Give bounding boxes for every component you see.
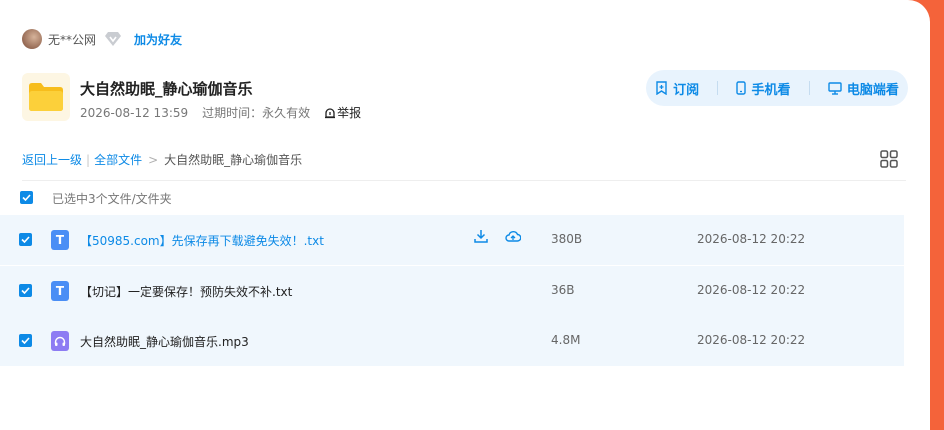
file-size: 380B: [551, 232, 583, 246]
username: 无**公网: [48, 32, 97, 47]
file-row[interactable]: T 【切记】一定要保存！预防失效不补.txt 36B 2026-08-12 20…: [0, 266, 904, 316]
text-file-icon: T: [51, 281, 69, 301]
action-divider: [808, 81, 810, 95]
pc-view-button[interactable]: 电脑端看: [828, 79, 899, 98]
cloud-save-icon[interactable]: [505, 229, 521, 243]
download-icon[interactable]: [474, 229, 488, 243]
subscribe-label: 订阅: [673, 82, 700, 98]
check-icon: [21, 287, 30, 294]
report-link[interactable]: 举报: [324, 104, 375, 121]
action-bar: 订阅 手机看 电脑端看: [646, 70, 908, 106]
row-checkbox[interactable]: [19, 334, 32, 347]
report-icon: [325, 107, 336, 118]
file-row[interactable]: T 【50985.com】先保存再下载避免失效！.txt 380B 2026-0…: [0, 215, 904, 265]
audio-file-icon: [51, 331, 69, 351]
divider: [22, 180, 906, 181]
headphones-icon: [54, 336, 66, 346]
pc-view-label: 电脑端看: [846, 82, 899, 98]
breadcrumb-current: 大自然助眠_静心瑜伽音乐: [164, 153, 303, 167]
share-meta: 2026-08-12 13:59 过期时间：永久有效 举报: [80, 104, 389, 121]
select-all-checkbox[interactable]: [20, 191, 33, 204]
share-title: 大自然助眠_静心瑜伽音乐: [80, 80, 253, 98]
subscribe-button[interactable]: 订阅: [655, 79, 699, 98]
file-name[interactable]: 大自然助眠_静心瑜伽音乐.mp3: [80, 333, 249, 350]
bookmark-icon: [656, 81, 667, 95]
check-icon: [22, 194, 31, 201]
breadcrumb-bar: |: [86, 152, 91, 167]
breadcrumb-separator: >: [148, 152, 159, 167]
back-link[interactable]: 返回上一级: [22, 151, 82, 168]
all-files-link[interactable]: 全部文件: [94, 151, 142, 168]
file-date: 2026-08-12 20:22: [697, 283, 806, 297]
row-checkbox[interactable]: [19, 284, 32, 297]
file-name[interactable]: 【切记】一定要保存！预防失效不补.txt: [80, 283, 292, 300]
file-row[interactable]: 大自然助眠_静心瑜伽音乐.mp3 4.8M 2026-08-12 20:22: [0, 316, 904, 366]
file-name[interactable]: 【50985.com】先保存再下载避免失效！.txt: [80, 232, 324, 249]
row-checkbox[interactable]: [19, 233, 32, 246]
user-info: 无**公网 加为好友: [22, 29, 182, 49]
share-expiry: 过期时间：永久有效: [202, 106, 311, 120]
grid-view-icon[interactable]: [880, 150, 898, 168]
report-label: 举报: [337, 106, 362, 120]
add-friend-link[interactable]: 加为好友: [134, 31, 182, 48]
check-icon: [21, 337, 30, 344]
mobile-view-button[interactable]: 手机看: [736, 79, 791, 98]
file-date: 2026-08-12 20:22: [697, 232, 806, 246]
share-card: 无**公网 加为好友 大自然助眠_静心瑜伽音乐 2026-08-12 13:59…: [0, 0, 930, 430]
phone-icon: [736, 81, 747, 95]
breadcrumb: 返回上一级 | 全部文件 > 大自然助眠_静心瑜伽音乐: [22, 151, 302, 168]
selection-count: 已选中3个文件/文件夹: [52, 192, 172, 206]
text-file-icon: T: [51, 230, 69, 250]
avatar[interactable]: [22, 29, 42, 49]
file-date: 2026-08-12 20:22: [697, 333, 806, 347]
vip-diamond-icon: [105, 32, 122, 46]
action-divider: [717, 81, 719, 95]
check-icon: [21, 236, 30, 243]
folder-icon: [22, 73, 70, 121]
mobile-view-label: 手机看: [751, 82, 791, 98]
monitor-icon: [828, 81, 842, 95]
file-size: 36B: [551, 283, 575, 297]
share-date: 2026-08-12 13:59: [80, 105, 189, 120]
file-size: 4.8M: [551, 333, 581, 347]
